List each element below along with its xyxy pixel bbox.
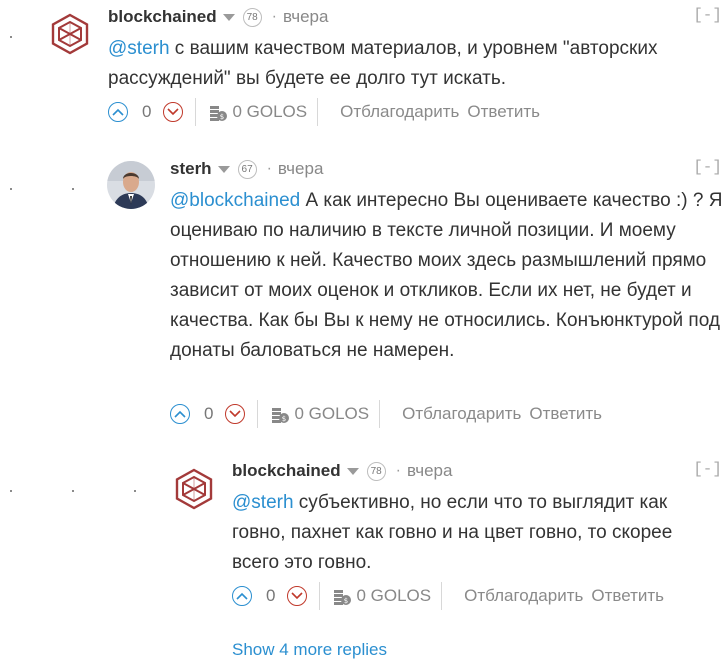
blockchain-logo-icon bbox=[175, 468, 213, 510]
separator-dot: · bbox=[266, 160, 272, 177]
reputation-badge: 78 bbox=[242, 7, 262, 27]
vote-count[interactable]: 0 bbox=[204, 404, 213, 424]
coins-icon: $ bbox=[270, 404, 290, 424]
svg-text:$: $ bbox=[282, 415, 286, 423]
mention-link[interactable]: @sterh bbox=[108, 38, 170, 59]
timestamp[interactable]: вчера bbox=[407, 461, 453, 481]
chevron-up-icon bbox=[112, 108, 124, 116]
comment-text: А как интересно Вы оцениваете качество :… bbox=[170, 190, 723, 361]
comment-2: sterh 67 · вчера [-] @blockchained А как… bbox=[0, 150, 724, 450]
divider bbox=[319, 582, 321, 610]
comment-actions: 0 $ 0 GOLOS Отблагодарить Ответить bbox=[108, 97, 540, 127]
thread-dot bbox=[10, 490, 12, 492]
reputation-badge: 78 bbox=[366, 461, 386, 481]
show-more-replies-link[interactable]: Show 4 more replies bbox=[232, 640, 387, 660]
timestamp[interactable]: вчера bbox=[278, 159, 324, 179]
reply-button[interactable]: Ответить bbox=[591, 586, 664, 606]
divider bbox=[195, 98, 197, 126]
chevron-down-icon[interactable] bbox=[346, 467, 359, 475]
comment-text: с вашим качеством материалов, и уровнем … bbox=[108, 38, 658, 89]
author-name[interactable]: sterh bbox=[170, 159, 212, 179]
downvote-button[interactable] bbox=[287, 586, 308, 606]
chevron-up-icon bbox=[236, 592, 248, 600]
chevron-down-icon[interactable] bbox=[217, 165, 230, 173]
downvote-button[interactable] bbox=[225, 404, 246, 424]
comment-actions: 0 $ 0 GOLOS Отблагодарить Ответить bbox=[232, 581, 664, 611]
divider bbox=[317, 98, 319, 126]
upvote-button[interactable] bbox=[232, 586, 252, 606]
payout-amount[interactable]: 0 GOLOS bbox=[294, 404, 369, 424]
author-name[interactable]: blockchained bbox=[232, 461, 341, 481]
payout-amount[interactable]: 0 GOLOS bbox=[232, 102, 307, 122]
reply-button[interactable]: Ответить bbox=[529, 404, 602, 424]
payout-amount[interactable]: 0 GOLOS bbox=[356, 586, 431, 606]
thread-dot bbox=[72, 490, 74, 492]
comment-header: blockchained 78 · вчера bbox=[108, 5, 328, 29]
mention-link[interactable]: @blockchained bbox=[170, 190, 300, 211]
collapse-toggle[interactable]: [-] bbox=[693, 158, 722, 176]
coins-icon: $ bbox=[208, 102, 228, 122]
collapse-toggle[interactable]: [-] bbox=[693, 460, 722, 478]
thread-dot bbox=[134, 490, 136, 492]
separator-dot: · bbox=[271, 8, 277, 25]
chevron-up-icon bbox=[174, 410, 186, 418]
svg-text:$: $ bbox=[344, 597, 348, 605]
vote-count[interactable]: 0 bbox=[142, 102, 151, 122]
reply-button[interactable]: Ответить bbox=[467, 102, 540, 122]
divider bbox=[441, 582, 443, 610]
mention-link[interactable]: @sterh bbox=[232, 492, 294, 513]
divider bbox=[379, 400, 381, 428]
thread-dot bbox=[10, 36, 12, 38]
comment-body: @blockchained А как интересно Вы оценива… bbox=[170, 186, 724, 366]
avatar[interactable] bbox=[107, 161, 155, 209]
avatar[interactable] bbox=[46, 10, 94, 58]
divider bbox=[257, 400, 259, 428]
author-name[interactable]: blockchained bbox=[108, 7, 217, 27]
blockchain-logo-icon bbox=[51, 13, 89, 55]
user-photo-icon bbox=[107, 161, 155, 209]
coins-icon: $ bbox=[332, 586, 352, 606]
comment-body: @sterh субъективно, но если что то выгля… bbox=[232, 488, 718, 578]
timestamp[interactable]: вчера bbox=[283, 7, 329, 27]
comment-text: субъективно, но если что то выглядит как… bbox=[232, 492, 673, 573]
avatar[interactable] bbox=[170, 465, 218, 513]
comment-body: @sterh с вашим качеством материалов, и у… bbox=[108, 34, 708, 94]
collapse-toggle[interactable]: [-] bbox=[693, 6, 722, 24]
comment-header: sterh 67 · вчера bbox=[170, 157, 323, 181]
downvote-button[interactable] bbox=[163, 102, 184, 122]
chevron-down-icon bbox=[291, 592, 304, 600]
upvote-button[interactable] bbox=[170, 404, 190, 424]
thread-dot bbox=[10, 188, 12, 190]
thank-button[interactable]: Отблагодарить bbox=[464, 586, 583, 606]
thread-dot bbox=[72, 188, 74, 190]
vote-count[interactable]: 0 bbox=[266, 586, 275, 606]
reputation-badge: 67 bbox=[237, 159, 257, 179]
upvote-button[interactable] bbox=[108, 102, 128, 122]
comment-1: blockchained 78 · вчера [-] @sterh с ваш… bbox=[0, 0, 724, 140]
comment-actions: 0 $ 0 GOLOS Отблагодарить Ответить bbox=[170, 399, 602, 429]
chevron-down-icon[interactable] bbox=[222, 13, 235, 21]
comment-header: blockchained 78 · вчера bbox=[232, 459, 452, 483]
comment-3: blockchained 78 · вчера [-] @sterh субъе… bbox=[0, 455, 724, 615]
thank-button[interactable]: Отблагодарить bbox=[402, 404, 521, 424]
thank-button[interactable]: Отблагодарить bbox=[340, 102, 459, 122]
chevron-down-icon bbox=[167, 108, 180, 116]
separator-dot: · bbox=[395, 462, 401, 479]
svg-text:$: $ bbox=[220, 113, 224, 121]
chevron-down-icon bbox=[229, 410, 242, 418]
